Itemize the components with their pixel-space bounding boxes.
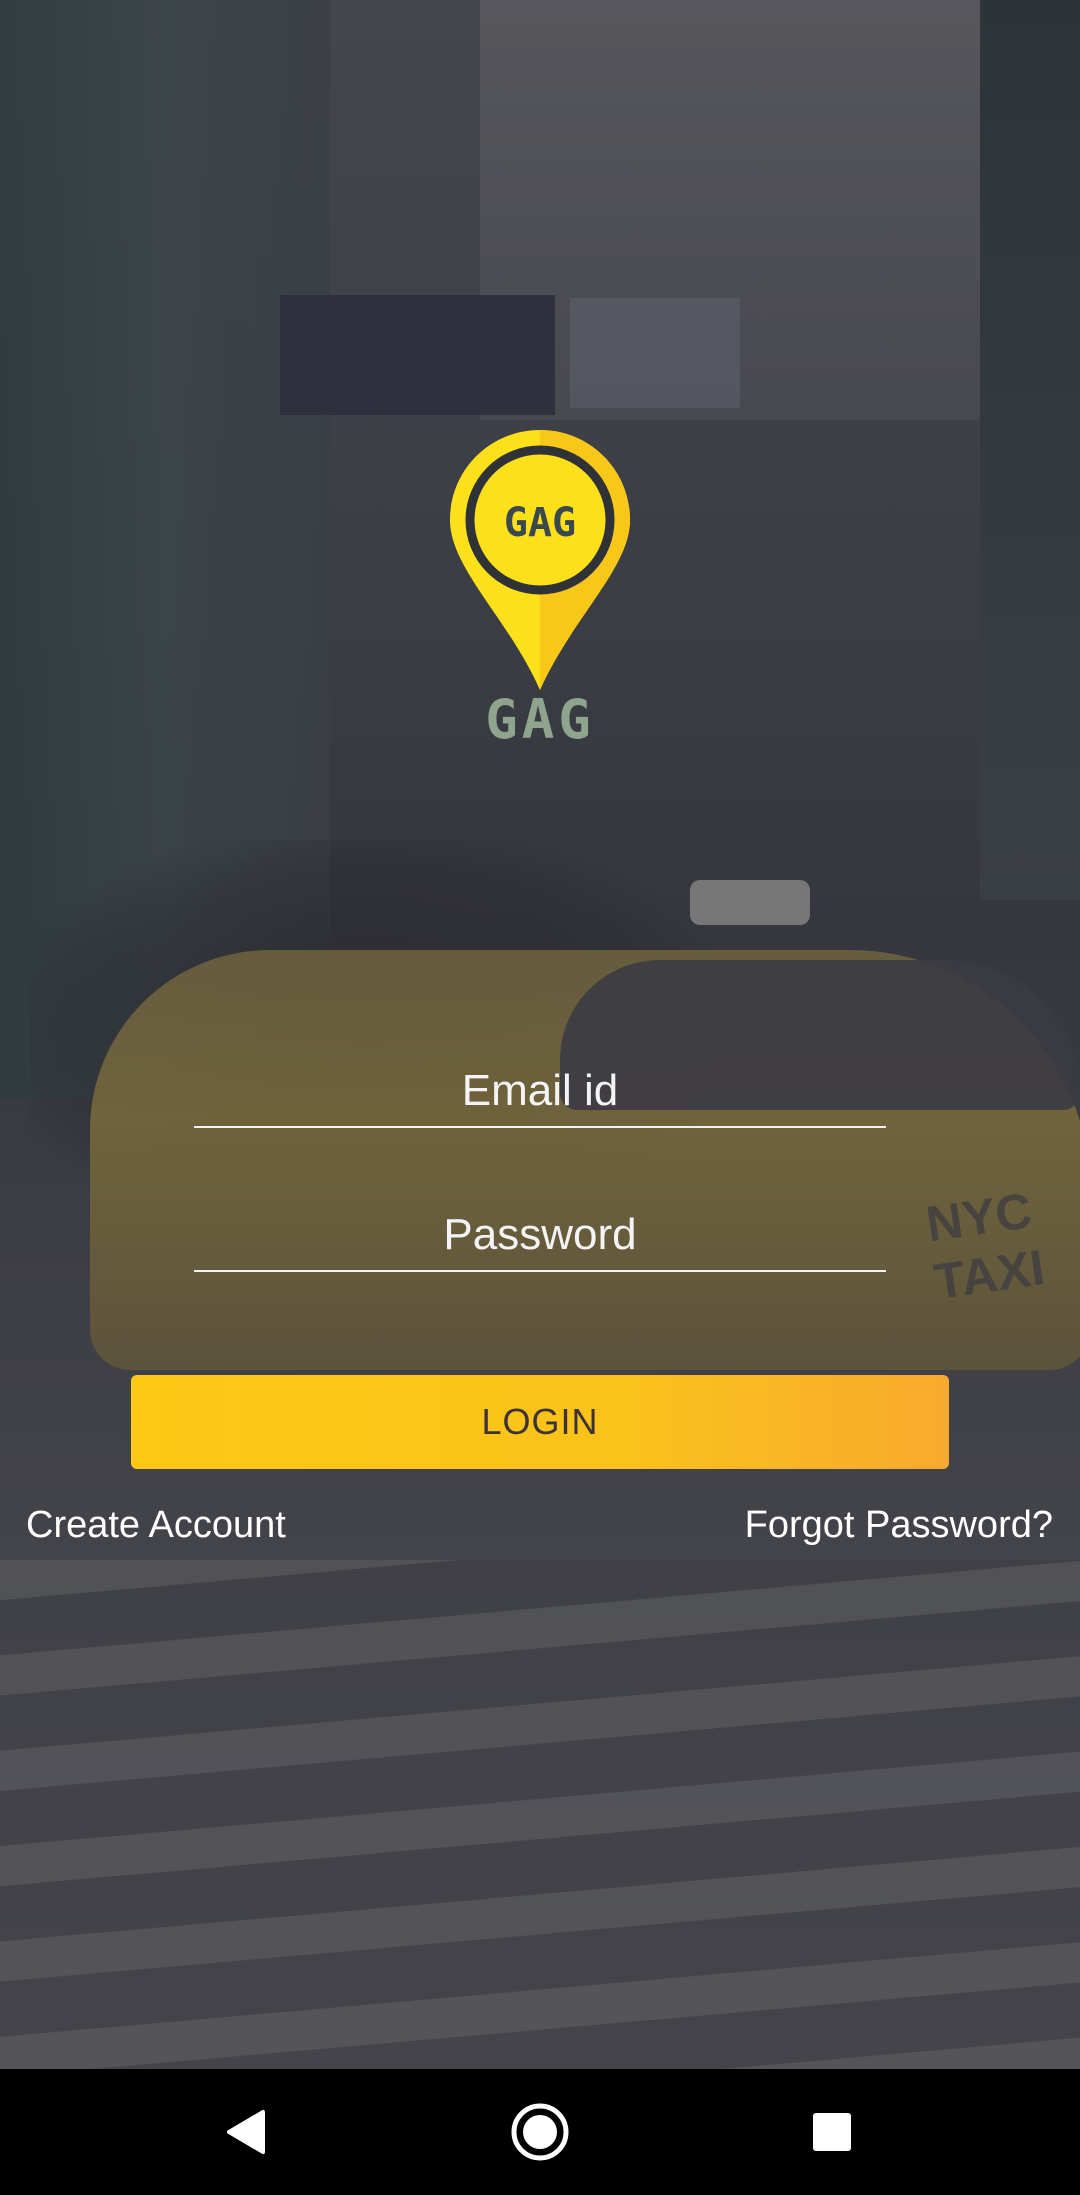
background-taxi-text: NYC TAXI (922, 1182, 1048, 1310)
background-crosswalk (0, 1560, 1080, 2069)
back-icon (227, 2110, 265, 2154)
create-account-link[interactable]: Create Account (26, 1504, 286, 1547)
background-sign-2 (570, 298, 740, 408)
login-button[interactable]: LOGIN (131, 1375, 949, 1469)
background-building-right (980, 0, 1080, 900)
home-button[interactable] (480, 2069, 600, 2195)
login-screen: NYC TAXI GAG GAG LOGIN Create Account Fo… (0, 0, 1080, 2069)
recents-icon (813, 2113, 851, 2151)
email-field (194, 1056, 886, 1128)
navigation-bar (0, 2069, 1080, 2195)
location-pin-icon: GAG (450, 430, 630, 690)
back-button[interactable] (185, 2069, 305, 2195)
password-field (194, 1200, 886, 1272)
password-input[interactable] (194, 1200, 886, 1270)
email-input[interactable] (194, 1056, 886, 1126)
logo-wordmark: GAG (485, 688, 595, 751)
background-sign (280, 295, 555, 415)
forgot-password-link[interactable]: Forgot Password? (745, 1504, 1053, 1547)
background-taxi-roof-sign (690, 880, 810, 925)
app-logo: GAG GAG (448, 428, 632, 751)
recents-button[interactable] (772, 2069, 892, 2195)
pin-label: GAG (504, 500, 576, 546)
home-icon (511, 2103, 569, 2161)
